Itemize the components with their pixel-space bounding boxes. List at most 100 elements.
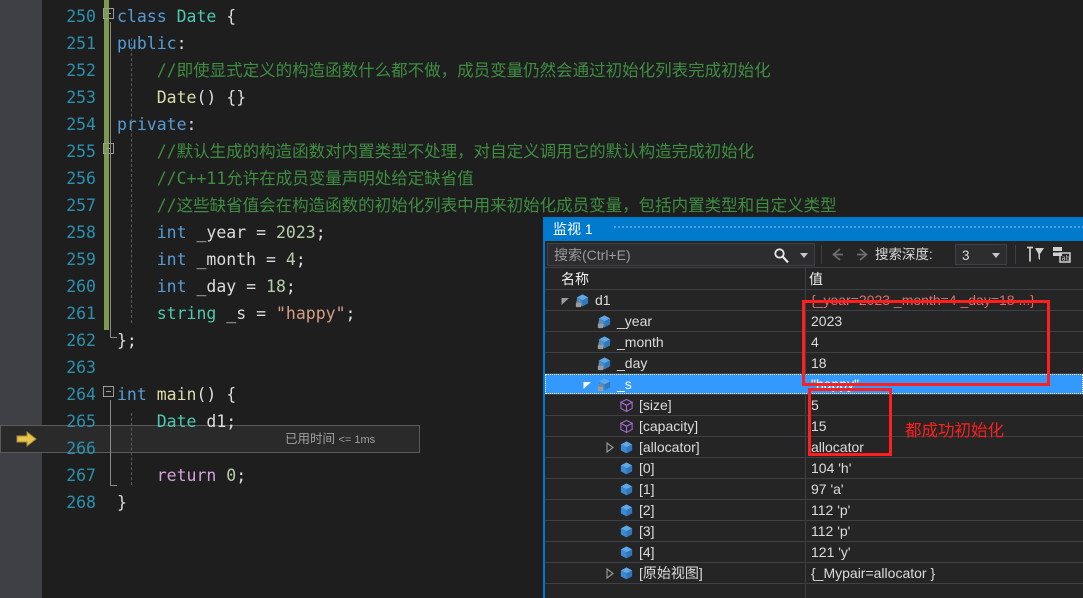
watch-column-headers[interactable]: 名称 值 <box>545 268 1083 290</box>
collapse-toggle-main[interactable] <box>103 386 114 397</box>
code-token: 18 <box>266 277 286 296</box>
watch-row-name: [0] <box>639 460 655 476</box>
blue-cube-icon <box>620 504 633 517</box>
previous-match-arrow-left-icon[interactable] <box>827 244 849 265</box>
watch-row[interactable]: [3] 112 'p' <box>545 521 1083 542</box>
code-token: _month = <box>186 250 286 269</box>
line-number: 253 <box>66 88 96 107</box>
code-token: Date <box>176 7 217 26</box>
code-line[interactable]: //即使显式定义的构造函数什么都不做，成员变量仍然会通过初始化列表完成初始化 <box>117 57 1083 84</box>
code-token: ; <box>236 466 247 485</box>
watch-row-value[interactable]: 121 'y' <box>811 542 851 563</box>
code-line[interactable]: public: <box>117 30 1083 57</box>
code-token: () { <box>196 385 237 404</box>
watch-window-titlebar[interactable]: 监视 1 <box>545 217 1083 241</box>
watch-row[interactable]: d1 {_year=2023 _month=4 _day=18 ...} <box>545 290 1083 311</box>
watch-row-name: [4] <box>639 544 655 560</box>
elapsed-time-annotation: 已用时间 <= 1ms <box>285 430 375 448</box>
watch-row-value[interactable]: 97 'a' <box>811 479 844 500</box>
code-line[interactable]: private: <box>117 111 1083 138</box>
search-depth-chevron-down-icon[interactable] <box>992 253 1000 258</box>
watch-row-value[interactable]: 104 'h' <box>811 458 851 479</box>
expander-expanded-icon[interactable] <box>559 290 572 311</box>
code-line[interactable]: //这些缺省值会在构造函数的初始化列表中用来初始化成员变量，包括内置类型和自定义… <box>117 192 1083 219</box>
filter-pin-icon[interactable] <box>1025 245 1045 264</box>
line-number: 251 <box>66 34 96 53</box>
watch-row[interactable]: [2] 112 'p' <box>545 500 1083 521</box>
code-token: 4 <box>285 250 296 269</box>
watch-row-value[interactable]: {_year=2023 _month=4 _day=18 ...} <box>811 290 1035 311</box>
watch-variable-tree[interactable]: d1 {_year=2023 _month=4 _day=18 ...} _year… <box>545 290 1083 598</box>
code-line[interactable]: Date() {} <box>117 84 1083 111</box>
watch-row-value[interactable]: 2023 <box>811 311 842 332</box>
watch-row[interactable]: _s "happy" <box>545 374 1083 395</box>
watch-row-value[interactable]: {_Mypair=allocator } <box>811 563 935 584</box>
watch-row-value[interactable]: 18 <box>811 353 827 374</box>
search-options-chevron-down-icon[interactable] <box>800 253 808 258</box>
app-root: 250 251 252 253 254 255 256 257 258 259 260 261 262 2… <box>0 0 1083 598</box>
editor-outer-strip <box>0 0 14 598</box>
watch-row[interactable]: _month 4 <box>545 332 1083 353</box>
code-token: //这些缺省值会在构造函数的初始化列表中用来初始化成员变量，包括内置类型和自定义… <box>117 196 837 215</box>
watch-row[interactable]: _day 18 <box>545 353 1083 374</box>
code-token: private <box>117 115 187 134</box>
watch-search-box[interactable]: 搜索(Ctrl+E) <box>547 243 815 266</box>
watch-row-value[interactable]: 112 'p' <box>811 521 850 542</box>
watch-row[interactable]: [0] 104 'h' <box>545 458 1083 479</box>
code-line[interactable]: //C++11允许在成员变量声明处给定缺省值 <box>117 165 1083 192</box>
code-token: //默认生成的构造函数对内置类型不处理，对自定义调用它的默认构造完成初始化 <box>117 142 755 161</box>
line-number: 260 <box>66 277 96 296</box>
purple-cube-icon <box>619 419 634 434</box>
watch-row-name: _year <box>617 313 653 329</box>
code-token: : <box>186 115 197 134</box>
blue-cube-icon <box>620 567 633 580</box>
watch-row[interactable]: _year 2023 <box>545 311 1083 332</box>
editor-indicator-margin[interactable] <box>14 0 42 598</box>
indent-guide-members <box>131 38 132 323</box>
expander-expanded-icon[interactable] <box>581 374 594 395</box>
watch-row-value[interactable]: allocator <box>811 437 864 458</box>
watch-row-value[interactable]: 112 'p' <box>811 500 850 521</box>
watch-window[interactable]: 监视 1 搜索(Ctrl+E) 搜索深度: 3 ab 名称 值 d1 {_yea… <box>543 217 1083 598</box>
watch-row-value[interactable]: "happy" <box>811 374 859 395</box>
line-number: 256 <box>66 169 96 188</box>
collapse-toggle-private[interactable] <box>103 143 114 154</box>
search-depth-selector[interactable]: 3 <box>955 244 1007 265</box>
watch-row-value[interactable]: 15 <box>811 416 827 437</box>
collapse-toggle-class[interactable] <box>103 8 114 19</box>
watch-row[interactable]: [1] 97 'a' <box>545 479 1083 500</box>
blue-cube-icon <box>620 525 633 538</box>
watch-row-value[interactable]: 5 <box>811 395 819 416</box>
hex-display-icon[interactable]: ab <box>1051 245 1071 264</box>
watch-row-value[interactable]: 4 <box>811 332 819 353</box>
scope-guide-main <box>110 400 111 485</box>
code-token: int <box>156 250 187 269</box>
watch-row[interactable]: [原始视图] {_Mypair=allocator } <box>545 563 1083 584</box>
code-line[interactable]: //默认生成的构造函数对内置类型不处理，对自定义调用它的默认构造完成初始化 <box>117 138 1083 165</box>
line-number: 252 <box>66 61 96 80</box>
blue-cube-icon <box>620 462 633 475</box>
code-token: Date <box>156 412 197 431</box>
execution-pointer-arrow <box>16 430 37 448</box>
titlebar-drag-grip[interactable] <box>613 217 1083 241</box>
scope-guide-main-end <box>110 485 117 486</box>
expander-collapsed-icon[interactable] <box>603 437 616 458</box>
next-match-arrow-right-icon[interactable] <box>851 244 873 265</box>
blue-cube-lock-icon <box>597 315 611 329</box>
purple-cube-icon <box>619 398 634 413</box>
watch-row[interactable]: [4] 121 'y' <box>545 542 1083 563</box>
blue-cube-icon <box>620 483 633 496</box>
watch-toolbar[interactable]: 搜索(Ctrl+E) 搜索深度: 3 ab <box>545 241 1083 268</box>
expander-collapsed-icon[interactable] <box>603 563 616 584</box>
search-icon[interactable] <box>773 247 790 264</box>
line-number: 264 <box>66 385 96 404</box>
watch-row[interactable]: [size] 5 <box>545 395 1083 416</box>
line-number: 262 <box>66 331 96 350</box>
code-line[interactable]: class Date { <box>117 3 1083 30</box>
toolbar-separator-1 <box>821 245 822 264</box>
